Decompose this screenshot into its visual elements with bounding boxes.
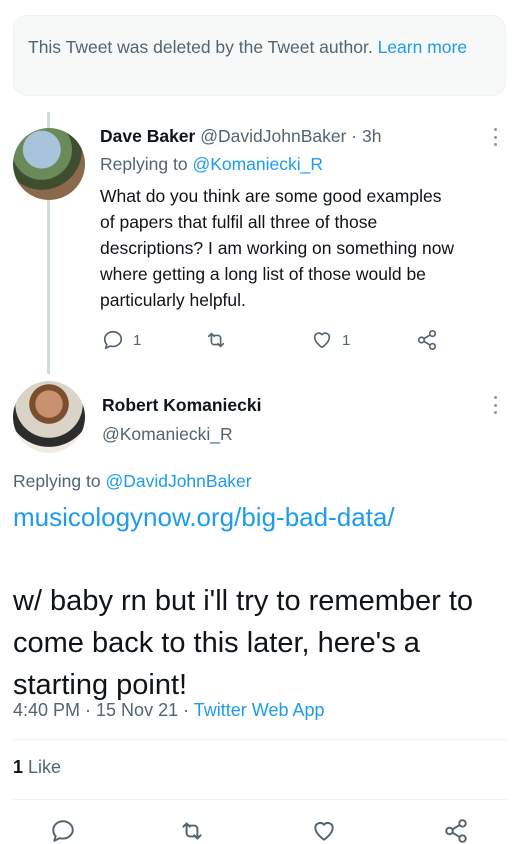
tweet-text-line: descriptions? I am working on something … (100, 238, 455, 258)
reply-author-line: Dave Baker @DavidJohnBaker · 3h (100, 126, 381, 147)
more-vertical-icon[interactable] (493, 128, 497, 146)
main-tweet-text: w/ baby rn but i'll try to remember to c… (13, 585, 474, 701)
tweet-metadata: 4:40 PM · 15 Nov 21 · Twitter Web App (13, 700, 325, 721)
likes-summary[interactable]: 1 Like (13, 757, 61, 778)
tweet-source[interactable]: Twitter Web App (194, 700, 325, 720)
like-button[interactable] (311, 818, 337, 844)
like-button[interactable]: 1 (311, 329, 350, 351)
tweet-link[interactable]: musicologynow.org/big-bad-data/ (13, 502, 395, 533)
author-name[interactable]: Robert Komaniecki (102, 395, 261, 415)
likes-label: Like (28, 757, 62, 777)
like-count: 1 (342, 331, 351, 349)
share-icon (445, 819, 467, 843)
main-author-handle-line: @Komaniecki_R (102, 424, 233, 445)
main-author-name-line: Robert Komaniecki (102, 395, 261, 416)
avatar[interactable] (13, 381, 85, 453)
reply-icon (103, 330, 123, 350)
tweet-text-line: What do you think are some good examples (100, 186, 442, 206)
tweet-time[interactable]: · 3h (351, 126, 381, 146)
tweet-text-line: where getting a long list of those would… (100, 264, 426, 284)
more-vertical-icon[interactable] (493, 396, 497, 414)
share-button[interactable] (443, 818, 469, 844)
author-name[interactable]: Dave Baker (100, 126, 195, 146)
divider (13, 799, 507, 800)
tweet-text-line: particularly helpful. (100, 290, 246, 310)
likes-count: 1 (13, 757, 24, 777)
deleted-tweet-notice: This Tweet was deleted by the Tweet auth… (13, 15, 506, 96)
tweet-timestamp[interactable]: 4:40 PM · 15 Nov 21 · (13, 700, 189, 720)
replying-to-handle[interactable]: @DavidJohnBaker (105, 471, 251, 491)
tweet-text-line: of papers that fulfil all three of those (100, 212, 378, 232)
reply-button[interactable] (50, 818, 76, 844)
retweet-icon (182, 822, 202, 840)
share-button[interactable] (416, 329, 438, 351)
reply-tweet-text: What do you think are some good examples… (100, 183, 510, 313)
reply-icon (52, 820, 74, 842)
share-icon (417, 330, 437, 350)
heart-icon (314, 821, 334, 841)
replying-to: Replying to @DavidJohnBaker (13, 471, 252, 492)
retweet-icon (207, 332, 225, 348)
reply-button[interactable]: 1 (102, 329, 141, 351)
retweet-button[interactable] (178, 818, 206, 844)
deleted-notice-text: This Tweet was deleted by the Tweet auth… (28, 37, 373, 57)
replying-to-handle[interactable]: @Komaniecki_R (192, 154, 323, 174)
author-handle[interactable]: @Komaniecki_R (102, 424, 233, 444)
heart-icon (313, 332, 331, 349)
reply-count: 1 (133, 331, 142, 349)
divider (13, 739, 507, 740)
avatar[interactable] (13, 128, 85, 200)
retweet-button[interactable] (204, 329, 228, 351)
replying-to: Replying to @Komaniecki_R (100, 154, 323, 175)
replying-to-label: Replying to (100, 154, 188, 174)
author-handle[interactable]: @DavidJohnBaker (200, 126, 346, 146)
replying-to-label: Replying to (13, 471, 101, 491)
learn-more-link[interactable]: Learn more (378, 37, 468, 57)
